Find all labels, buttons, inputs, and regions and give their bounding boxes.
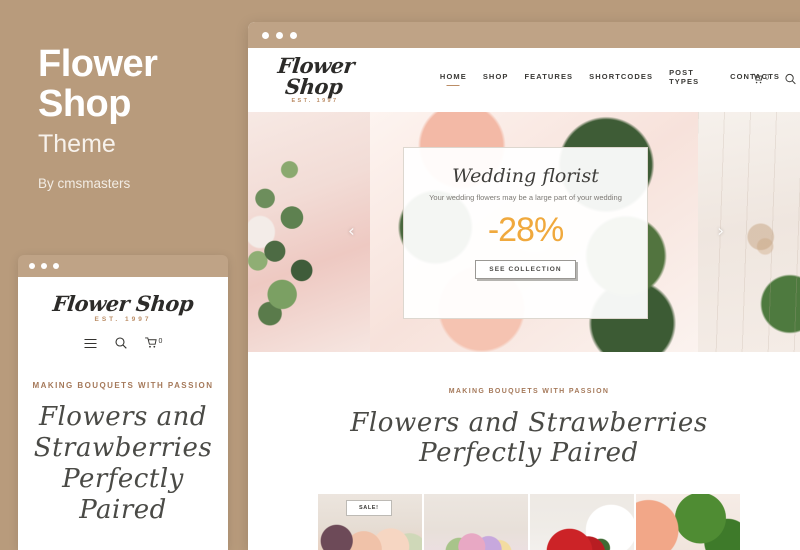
logo-name: Flower Shop (276, 52, 356, 99)
mobile-heading-line-2: Strawberries (33, 433, 213, 463)
hero-image-rings (698, 112, 800, 352)
product-card[interactable]: SALE! (318, 494, 422, 550)
section-heading-line-1: Flowers and Strawberries (350, 408, 708, 438)
nav-item-features[interactable]: FEATURES (524, 72, 573, 86)
featured-section: MAKING BOUQUETS WITH PASSION Flowers and… (248, 352, 800, 550)
search-icon[interactable] (785, 73, 796, 85)
promo-title-line-1: Flower (38, 43, 158, 85)
nav-item-post-types[interactable]: POST TYPES (669, 68, 714, 91)
browser-window-chrome (248, 22, 800, 48)
main-navigation: HOME SHOP FEATURES SHORTCODES POST TYPES… (440, 68, 780, 91)
mobile-window-chrome (18, 255, 228, 277)
mobile-section-heading: Flowers and Strawberries Perfectly Paire… (18, 402, 228, 526)
product-card[interactable] (636, 494, 740, 550)
mobile-preview-window: Flower Shop EST. 1997 0 MAKING BOUQUETS … (18, 255, 228, 550)
desktop-preview-window: Flower Shop EST. 1997 HOME SHOP FEATURES… (248, 22, 800, 550)
mobile-preview-content: Flower Shop EST. 1997 0 MAKING BOUQUETS … (18, 277, 228, 550)
mobile-heading-line-3: Perfectly (62, 464, 184, 494)
promo-subtitle: Theme (38, 130, 116, 158)
site-logo[interactable]: Flower Shop EST. 1997 (262, 52, 368, 104)
hero-slide-next[interactable] (698, 112, 800, 352)
menu-icon[interactable] (84, 338, 97, 349)
logo-established: EST. 1997 (94, 316, 152, 323)
promo-author: By cmsmasters (38, 176, 131, 191)
nav-item-shortcodes[interactable]: SHORTCODES (589, 72, 653, 86)
promo-title-line-2: Shop (38, 83, 131, 125)
slider-next-icon[interactable]: › (717, 223, 724, 241)
browser-content: Flower Shop EST. 1997 HOME SHOP FEATURES… (248, 48, 800, 550)
mobile-section-eyebrow: MAKING BOUQUETS WITH PASSION (32, 381, 214, 390)
product-grid: SALE! (248, 494, 800, 550)
mobile-site-logo[interactable]: Flower Shop EST. 1997 (18, 291, 228, 323)
site-header: Flower Shop EST. 1997 HOME SHOP FEATURES… (248, 48, 800, 110)
theme-promo-block: Flower Shop Theme By cmsmasters (38, 44, 233, 191)
promo-card-description: Your wedding flowers may be a large part… (429, 193, 622, 202)
mobile-header-icons: 0 (18, 337, 228, 349)
section-eyebrow: MAKING BOUQUETS WITH PASSION (448, 388, 610, 395)
section-heading: Flowers and Strawberries Perfectly Paire… (248, 408, 800, 468)
window-dot-maximize-icon[interactable] (53, 263, 59, 269)
cart-count: 0 (765, 74, 769, 82)
page-title: Flower Shop (38, 44, 233, 124)
hero-promo-card: Wedding florist Your wedding flowers may… (403, 147, 648, 319)
promo-card-title: Wedding florist (452, 165, 599, 187)
nav-item-shop[interactable]: SHOP (483, 72, 509, 86)
promo-card-discount: -28% (487, 211, 564, 249)
window-dot-close-icon[interactable] (262, 31, 269, 39)
cart-count: 0 (158, 338, 163, 345)
window-dot-minimize-icon[interactable] (41, 263, 47, 269)
cart-icon[interactable]: 0 (144, 337, 163, 349)
window-dot-minimize-icon[interactable] (276, 31, 283, 39)
window-dot-close-icon[interactable] (29, 263, 35, 269)
cart-icon[interactable]: 0 (752, 73, 769, 85)
header-actions: 0 (752, 73, 796, 85)
product-card[interactable] (530, 494, 634, 550)
screenshot-stage: Flower Shop Theme By cmsmasters Flower S… (0, 0, 800, 550)
see-collection-button[interactable]: SEE COLLECTION (475, 260, 576, 279)
hero-slider: Wedding florist Your wedding flowers may… (248, 112, 800, 352)
nav-item-home[interactable]: HOME (440, 72, 467, 86)
status-badge: SALE! (346, 500, 392, 516)
section-heading-line-2: Perfectly Paired (419, 438, 639, 468)
slider-prev-icon[interactable]: ‹ (348, 223, 355, 241)
window-dot-maximize-icon[interactable] (290, 31, 297, 39)
mobile-heading-line-1: Flowers and (38, 402, 208, 432)
product-card[interactable] (424, 494, 528, 550)
mobile-heading-line-4: Paired (79, 495, 167, 525)
search-icon[interactable] (114, 337, 127, 349)
logo-name: Flower Shop (51, 291, 195, 316)
